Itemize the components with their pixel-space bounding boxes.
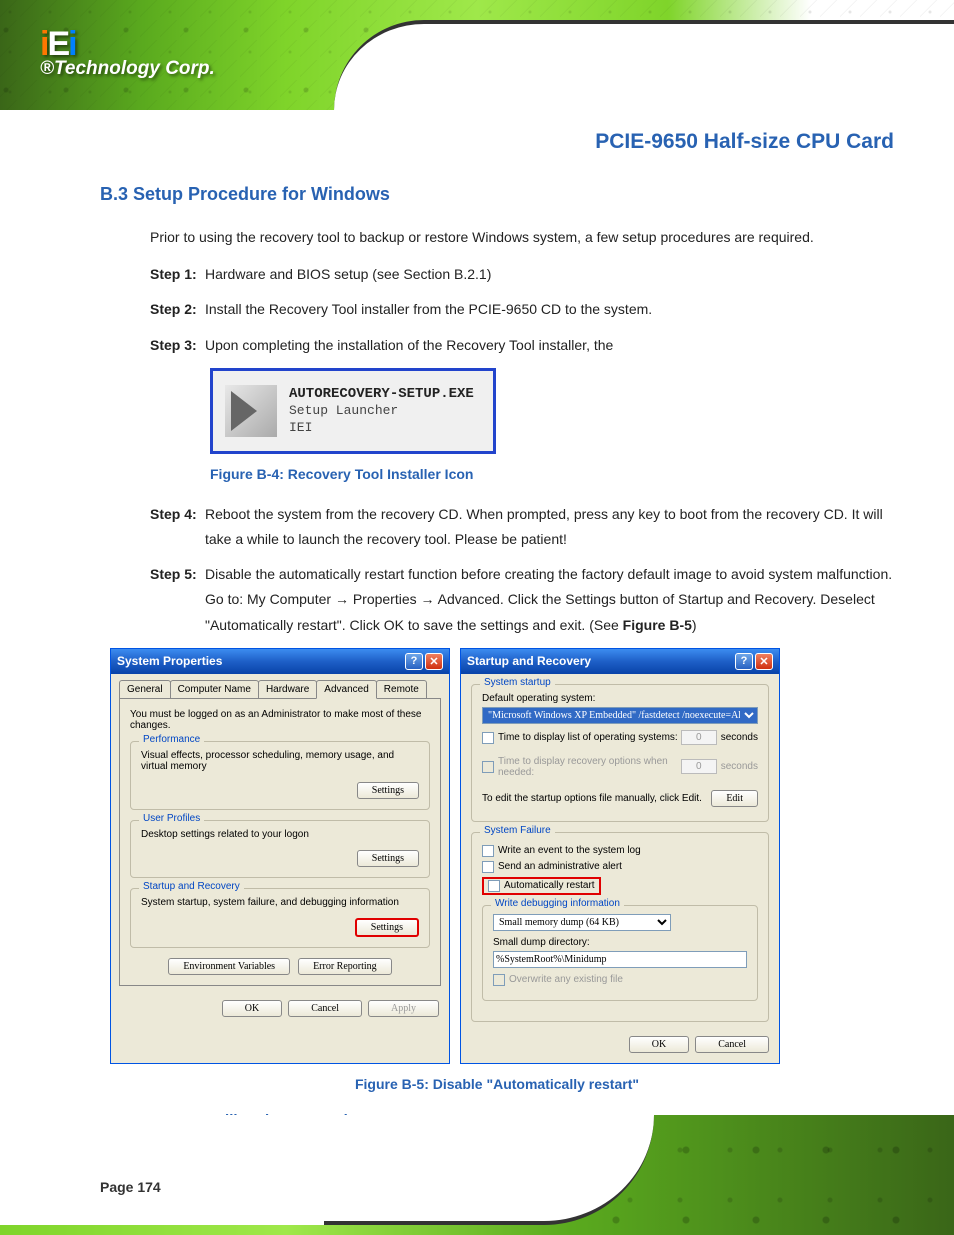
display-list-spinner[interactable] [681, 730, 717, 745]
tab-general[interactable]: General [119, 680, 171, 698]
system-startup-group: System startup Default operating system:… [471, 684, 769, 822]
cancel-button[interactable]: Cancel [695, 1036, 769, 1053]
help-icon[interactable]: ? [735, 653, 753, 670]
startup-dialog-title: Startup and Recovery [467, 654, 591, 668]
step-4: Reboot the system from the recovery CD. … [150, 502, 894, 552]
auto-restart-highlight: Automatically restart [482, 877, 601, 895]
brand-tagline: ®Technology Corp. [40, 58, 215, 80]
overwrite-checkbox [493, 974, 505, 986]
section-heading: B.3 Setup Procedure for Windows [100, 184, 894, 205]
system-startup-title: System startup [480, 677, 555, 688]
system-failure-group: System Failure Write an event to the sys… [471, 832, 769, 1022]
edit-note: To edit the startup options file manuall… [482, 793, 702, 804]
ok-button[interactable]: OK [629, 1036, 689, 1053]
tab-computer-name[interactable]: Computer Name [170, 680, 259, 698]
footer-curve-left [0, 1115, 380, 1225]
startup-desc: System startup, system failure, and debu… [141, 897, 419, 908]
figure-b5-caption: Figure B-5: Disable "Automatically resta… [100, 1076, 894, 1092]
profiles-settings-button[interactable]: Settings [357, 850, 419, 867]
step-5: Disable the automatically restart functi… [150, 562, 894, 638]
ok-button[interactable]: OK [222, 1000, 282, 1017]
page-number: Page 174 [100, 1179, 161, 1195]
overwrite-label: Overwrite any existing file [509, 974, 623, 985]
installer-icon [225, 385, 277, 437]
debug-info-group: Write debugging information Small memory… [482, 905, 758, 1001]
header-curve [334, 20, 954, 110]
footer-banner [0, 1115, 954, 1235]
performance-settings-button[interactable]: Settings [357, 782, 419, 799]
startup-titlebar[interactable]: Startup and Recovery ? ✕ [461, 649, 779, 674]
startup-recovery-dialog: Startup and Recovery ? ✕ System startup … [460, 648, 780, 1064]
dump-dir-label: Small dump directory: [493, 937, 747, 948]
startup-recovery-group: Startup and Recovery System startup, sys… [130, 888, 430, 948]
edit-button[interactable]: Edit [711, 790, 758, 807]
auto-restart-label: Automatically restart [504, 880, 595, 891]
header-banner: iEi ®Technology Corp. [0, 0, 954, 110]
display-recovery-checkbox [482, 761, 494, 773]
arrow-icon: → [335, 591, 349, 607]
dump-dir-input[interactable] [493, 951, 747, 968]
display-recovery-spinner [681, 759, 717, 774]
user-profiles-group: User Profiles Desktop settings related t… [130, 820, 430, 878]
figure-b4-caption: Figure B-4: Recovery Tool Installer Icon [210, 466, 894, 482]
write-event-label: Write an event to the system log [498, 845, 641, 856]
startup-settings-button[interactable]: Settings [355, 918, 419, 937]
advanced-panel: You must be logged on as an Administrato… [119, 698, 441, 986]
apply-button[interactable]: Apply [368, 1000, 439, 1017]
profiles-desc: Desktop settings related to your logon [141, 829, 419, 840]
display-list-label: Time to display list of operating system… [498, 732, 678, 743]
tab-hardware[interactable]: Hardware [258, 680, 317, 698]
admin-alert-label: Send an administrative alert [498, 861, 622, 872]
default-os-select[interactable]: "Microsoft Windows XP Embedded" /fastdet… [482, 707, 758, 724]
performance-group: Performance Visual effects, processor sc… [130, 741, 430, 810]
step-2: Install the Recovery Tool installer from… [150, 297, 894, 322]
display-list-checkbox[interactable] [482, 732, 494, 744]
debug-info-title: Write debugging information [491, 898, 624, 909]
performance-desc: Visual effects, processor scheduling, me… [141, 750, 419, 772]
sysprop-title: System Properties [117, 654, 222, 668]
system-failure-title: System Failure [480, 825, 555, 836]
brand-logo: iEi ®Technology Corp. [40, 25, 215, 80]
error-reporting-button[interactable]: Error Reporting [298, 958, 392, 975]
setup-exe-figure: AUTORECOVERY-SETUP.EXE Setup Launcher IE… [210, 368, 496, 454]
sysprop-titlebar[interactable]: System Properties ? ✕ [111, 649, 449, 674]
step-3: Upon completing the installation of the … [150, 333, 894, 358]
document-content: PCIE-9650 Half-size CPU Card B.3 Setup P… [100, 130, 894, 1144]
tab-advanced[interactable]: Advanced [316, 680, 376, 699]
intro-paragraph: Prior to using the recovery tool to back… [150, 225, 894, 250]
step-1: Hardware and BIOS setup (see Section B.2… [150, 262, 894, 287]
close-icon[interactable]: ✕ [755, 653, 773, 670]
admin-alert-checkbox[interactable] [482, 861, 494, 873]
auto-restart-checkbox[interactable] [488, 880, 500, 892]
sysprop-tabs: General Computer Name Hardware Advanced … [111, 674, 449, 698]
footer-curve [324, 1115, 654, 1225]
arrow-icon: → [421, 591, 435, 607]
profiles-title: User Profiles [139, 813, 204, 824]
system-properties-dialog: System Properties ? ✕ General Computer N… [110, 648, 450, 1064]
env-variables-button[interactable]: Environment Variables [168, 958, 290, 975]
startup-title: Startup and Recovery [139, 881, 244, 892]
close-icon[interactable]: ✕ [425, 653, 443, 670]
default-os-label: Default operating system: [482, 693, 758, 704]
write-event-checkbox[interactable] [482, 845, 494, 857]
installer-text: AUTORECOVERY-SETUP.EXE Setup Launcher IE… [289, 386, 474, 436]
dump-type-select[interactable]: Small memory dump (64 KB) [493, 914, 671, 931]
page-title: PCIE-9650 Half-size CPU Card [100, 130, 894, 154]
help-icon[interactable]: ? [405, 653, 423, 670]
display-recovery-label: Time to display recovery options when ne… [498, 756, 681, 778]
performance-title: Performance [139, 734, 204, 745]
cancel-button[interactable]: Cancel [288, 1000, 362, 1017]
dialog-screenshots: System Properties ? ✕ General Computer N… [110, 648, 894, 1064]
admin-note: You must be logged on as an Administrato… [130, 709, 430, 731]
tab-remote[interactable]: Remote [376, 680, 427, 698]
